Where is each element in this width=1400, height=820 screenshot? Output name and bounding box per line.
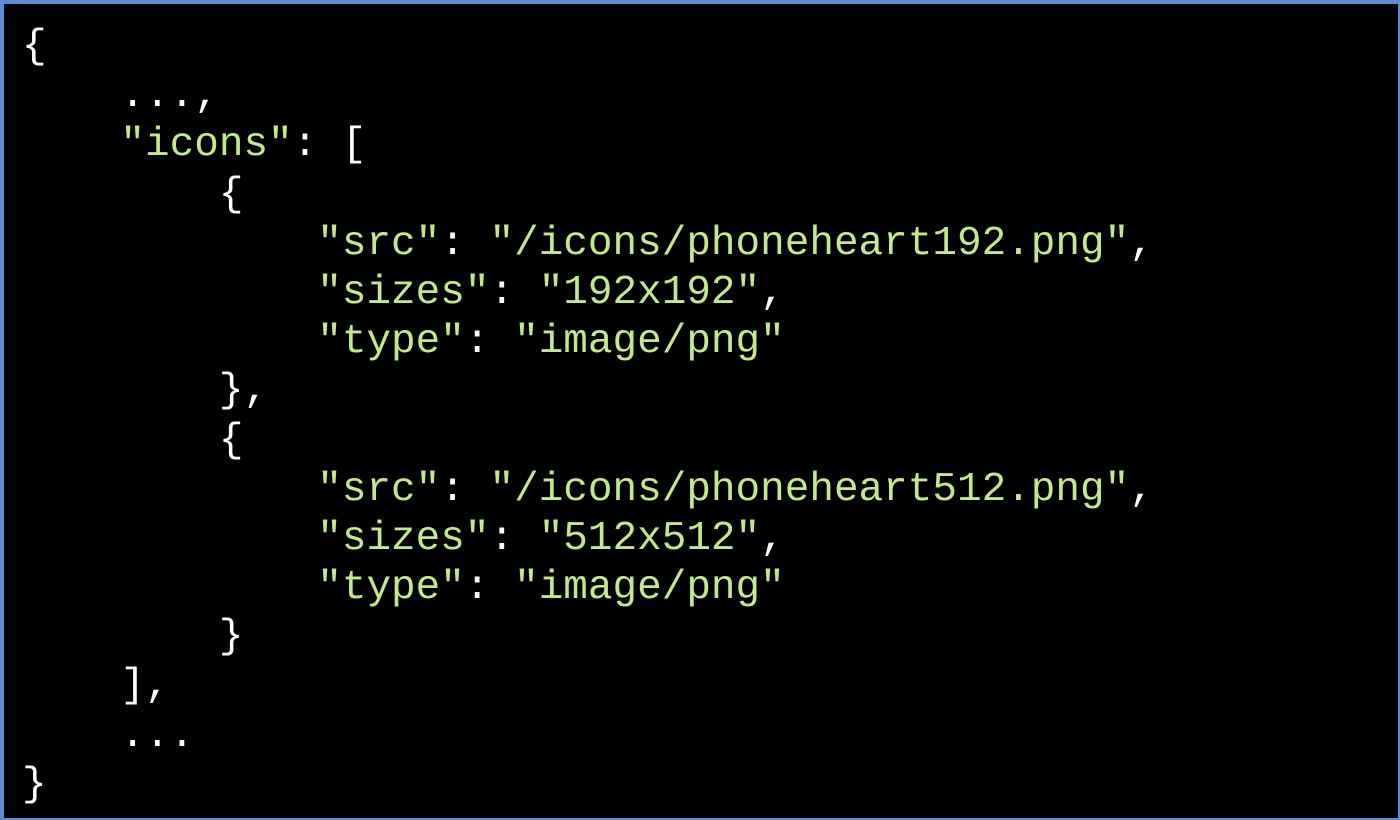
comma: ,: [760, 515, 785, 562]
ellipsis-comma: ...,: [120, 73, 219, 120]
code-line-13: }: [22, 613, 1154, 662]
item-2-sizes-key: "sizes": [317, 515, 490, 562]
code-line-10: "src": "/icons/phoneheart512.png",: [22, 466, 1154, 515]
ellipsis: ...: [120, 712, 195, 759]
code-screenshot-frame: { ..., "icons": [ { "src": "/icons/phone…: [0, 0, 1400, 820]
open-brace: {: [22, 24, 47, 70]
code-line-1: {: [22, 23, 1154, 72]
item-1-src-value: "/icons/phoneheart192.png": [489, 220, 1130, 267]
item-1-type-value: "image/png": [514, 319, 785, 366]
code-line-8: },: [22, 367, 1154, 416]
item-1-open: {: [218, 171, 244, 218]
code-line-11: "sizes": "512x512",: [22, 515, 1154, 564]
item-2-src-key: "src": [317, 466, 441, 513]
item-2-sizes-value: "512x512": [538, 515, 761, 562]
icons-key: "icons": [120, 122, 293, 169]
code-line-3: "icons": [: [22, 121, 1154, 170]
comma: ,: [760, 269, 785, 316]
item-1-sizes-key: "sizes": [317, 269, 490, 316]
code-line-2: ...,: [22, 72, 1154, 121]
icons-separator: : [: [292, 122, 367, 169]
code-line-6: "sizes": "192x192",: [22, 269, 1154, 318]
item-1-src-key: "src": [317, 220, 441, 267]
colon: :: [440, 466, 490, 513]
item-2-open: {: [218, 417, 244, 464]
item-1-type-key: "type": [317, 319, 465, 366]
code-line-9: {: [22, 417, 1154, 466]
code-line-12: "type": "image/png": [22, 564, 1154, 613]
code-line-4: {: [22, 171, 1154, 220]
comma: ,: [1129, 220, 1154, 267]
colon: :: [440, 220, 490, 267]
close-array: ],: [120, 663, 170, 710]
item-1-sizes-value: "192x192": [538, 269, 761, 316]
item-2-type-value: "image/png": [514, 565, 785, 612]
close-brace: }: [22, 761, 47, 808]
item-1-close: },: [218, 368, 269, 415]
colon: :: [464, 565, 515, 612]
code-line-14: ],: [22, 662, 1154, 711]
comma: ,: [1129, 466, 1154, 513]
code-line-16: }: [22, 761, 1154, 810]
code-line-5: "src": "/icons/phoneheart192.png",: [22, 220, 1154, 269]
colon: :: [489, 515, 539, 562]
item-2-type-key: "type": [317, 565, 465, 612]
code-line-7: "type": "image/png": [22, 318, 1154, 367]
colon: :: [464, 319, 515, 366]
colon: :: [489, 269, 539, 316]
item-2-src-value: "/icons/phoneheart512.png": [489, 466, 1130, 513]
json-code-block: { ..., "icons": [ { "src": "/icons/phone…: [22, 23, 1154, 810]
item-2-close: }: [218, 614, 244, 661]
code-line-15: ...: [22, 712, 1154, 761]
